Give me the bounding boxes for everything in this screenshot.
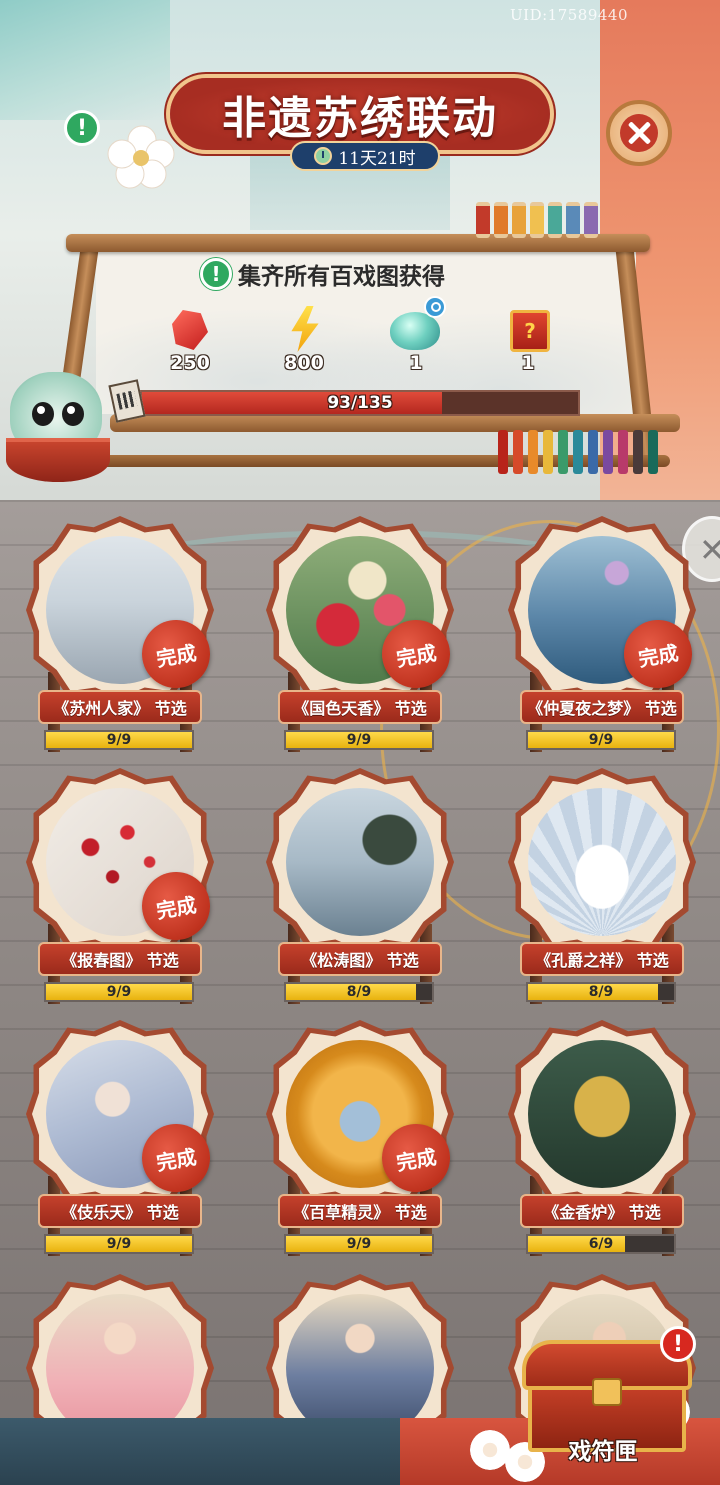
spool-icon bbox=[512, 202, 526, 238]
artwork-card[interactable]: 《金香炉》 节选 6/9 bbox=[508, 1020, 696, 1256]
lightning-bolt-icon bbox=[291, 306, 319, 352]
collect-reward-header: ! 集齐所有百戏图获得 bbox=[200, 256, 445, 292]
thread-bundles bbox=[498, 430, 658, 474]
info-alert-icon[interactable]: ! bbox=[200, 258, 232, 290]
reward-item-energy[interactable]: 800 bbox=[264, 306, 344, 378]
artwork-label: 《百草精灵》 节选 bbox=[278, 1194, 442, 1228]
chest-alert-icon[interactable]: ! bbox=[660, 1326, 696, 1362]
reward-count: 1 bbox=[521, 352, 535, 374]
artwork-progress-bar: 9/9 bbox=[284, 1234, 434, 1254]
artwork-progress-text: 9/9 bbox=[106, 984, 132, 1000]
countdown-text: 11天21时 bbox=[338, 148, 416, 169]
mystery-chest-icon: ? bbox=[510, 310, 550, 352]
spool-icon bbox=[584, 202, 598, 238]
artwork-progress-bar: 9/9 bbox=[44, 1234, 194, 1254]
reward-count: 800 bbox=[284, 352, 324, 374]
close-icon bbox=[620, 114, 658, 152]
artwork-card[interactable]: 《百草精灵》 节选 9/9 完成 bbox=[266, 1020, 456, 1256]
artwork-progress-bar: 9/9 bbox=[284, 730, 434, 750]
artwork-card[interactable]: 《报春图》 节选 9/9 完成 bbox=[26, 768, 216, 1004]
thread-icon bbox=[573, 430, 583, 474]
artwork-progress-text: 9/9 bbox=[346, 1236, 372, 1252]
red-gem-icon bbox=[172, 310, 208, 350]
artwork-label: 《金香炉》 节选 bbox=[520, 1194, 684, 1228]
artwork-progress-text: 8/9 bbox=[588, 984, 614, 1000]
mascot-cat[interactable] bbox=[0, 372, 112, 508]
reward-item-dew[interactable]: 1 bbox=[376, 296, 456, 378]
user-id: UID:17589440 bbox=[510, 6, 628, 24]
artwork-progress-text: 9/9 bbox=[106, 732, 132, 748]
artwork-card[interactable]: 《国色天香》 节选 9/9 完成 bbox=[266, 516, 456, 752]
artwork-progress-text: 9/9 bbox=[106, 1236, 132, 1252]
reward-count: 250 bbox=[170, 352, 210, 374]
artwork-image bbox=[528, 788, 676, 936]
artwork-progress-bar: 9/9 bbox=[44, 730, 194, 750]
spool-icon bbox=[548, 202, 562, 238]
artwork-label: 《国色天香》 节选 bbox=[278, 690, 442, 724]
magnifier-icon bbox=[424, 296, 446, 318]
artwork-progress-text: 9/9 bbox=[588, 732, 614, 748]
spool-icon bbox=[566, 202, 580, 238]
info-alert-icon[interactable]: ! bbox=[64, 110, 100, 146]
thread-spools bbox=[476, 202, 626, 238]
artwork-card[interactable]: 《孔爵之祥》 节选 8/9 bbox=[508, 768, 696, 1004]
thread-icon bbox=[498, 430, 508, 474]
artwork-label: 《孔爵之祥》 节选 bbox=[520, 942, 684, 976]
close-button[interactable] bbox=[606, 100, 672, 166]
artwork-label: 《伎乐天》 节选 bbox=[38, 1194, 202, 1228]
artwork-label: 《松涛图》 节选 bbox=[278, 942, 442, 976]
artwork-progress-bar: 8/9 bbox=[526, 982, 676, 1002]
artwork-label: 《仲夏夜之梦》 节选 bbox=[520, 690, 684, 724]
thread-icon bbox=[633, 430, 643, 474]
artwork-progress-bar: 9/9 bbox=[526, 730, 676, 750]
artwork-image bbox=[528, 1040, 676, 1188]
event-title: 非遗苏绣联动 bbox=[222, 93, 498, 144]
curtain-decoration bbox=[0, 0, 170, 120]
artwork-progress-text: 8/9 bbox=[346, 984, 372, 1000]
blossom-icon bbox=[470, 1430, 510, 1470]
thread-icon bbox=[528, 430, 538, 474]
artwork-progress-bar: 8/9 bbox=[284, 982, 434, 1002]
reward-item-chest[interactable]: ? 1 bbox=[488, 306, 568, 378]
chest-lock-icon bbox=[592, 1378, 622, 1406]
spool-icon bbox=[476, 202, 490, 238]
thread-icon bbox=[618, 430, 628, 474]
reward-item-gem[interactable]: 250 bbox=[150, 306, 230, 378]
chest-label[interactable]: 戏符匣 bbox=[548, 1432, 658, 1466]
clock-icon bbox=[314, 147, 333, 165]
thread-icon bbox=[588, 430, 598, 474]
thread-icon bbox=[558, 430, 568, 474]
collect-reward-label: 集齐所有百戏图获得 bbox=[238, 263, 445, 290]
artwork-image bbox=[286, 788, 434, 936]
spool-icon bbox=[494, 202, 508, 238]
artwork-card[interactable]: 《仲夏夜之梦》 节选 9/9 完成 bbox=[508, 516, 698, 752]
thread-icon bbox=[513, 430, 523, 474]
artwork-label: 《苏州人家》 节选 bbox=[38, 690, 202, 724]
spool-icon bbox=[530, 202, 544, 238]
artwork-progress-bar: 6/9 bbox=[526, 1234, 676, 1254]
collection-progress-bar: 93/135 bbox=[140, 390, 580, 416]
artwork-card[interactable]: 《伎乐天》 节选 9/9 完成 bbox=[26, 1020, 216, 1256]
artwork-progress-text: 9/9 bbox=[346, 732, 372, 748]
countdown-timer: 11天21时 bbox=[290, 141, 440, 171]
artwork-progress-bar: 9/9 bbox=[44, 982, 194, 1002]
mascot-eye bbox=[62, 402, 84, 426]
artwork-progress-text: 6/9 bbox=[588, 1236, 614, 1252]
thread-icon bbox=[603, 430, 613, 474]
mascot-eye bbox=[32, 402, 54, 426]
reward-count: 1 bbox=[409, 352, 423, 374]
basket-icon bbox=[6, 438, 110, 482]
artwork-card[interactable]: 《苏州人家》 节选 9/9 完成 bbox=[26, 516, 216, 752]
artwork-label: 《报春图》 节选 bbox=[38, 942, 202, 976]
thread-icon bbox=[543, 430, 553, 474]
progress-text: 93/135 bbox=[327, 393, 393, 413]
thread-icon bbox=[648, 430, 658, 474]
artwork-card[interactable]: 《松涛图》 节选 8/9 bbox=[266, 768, 454, 1004]
